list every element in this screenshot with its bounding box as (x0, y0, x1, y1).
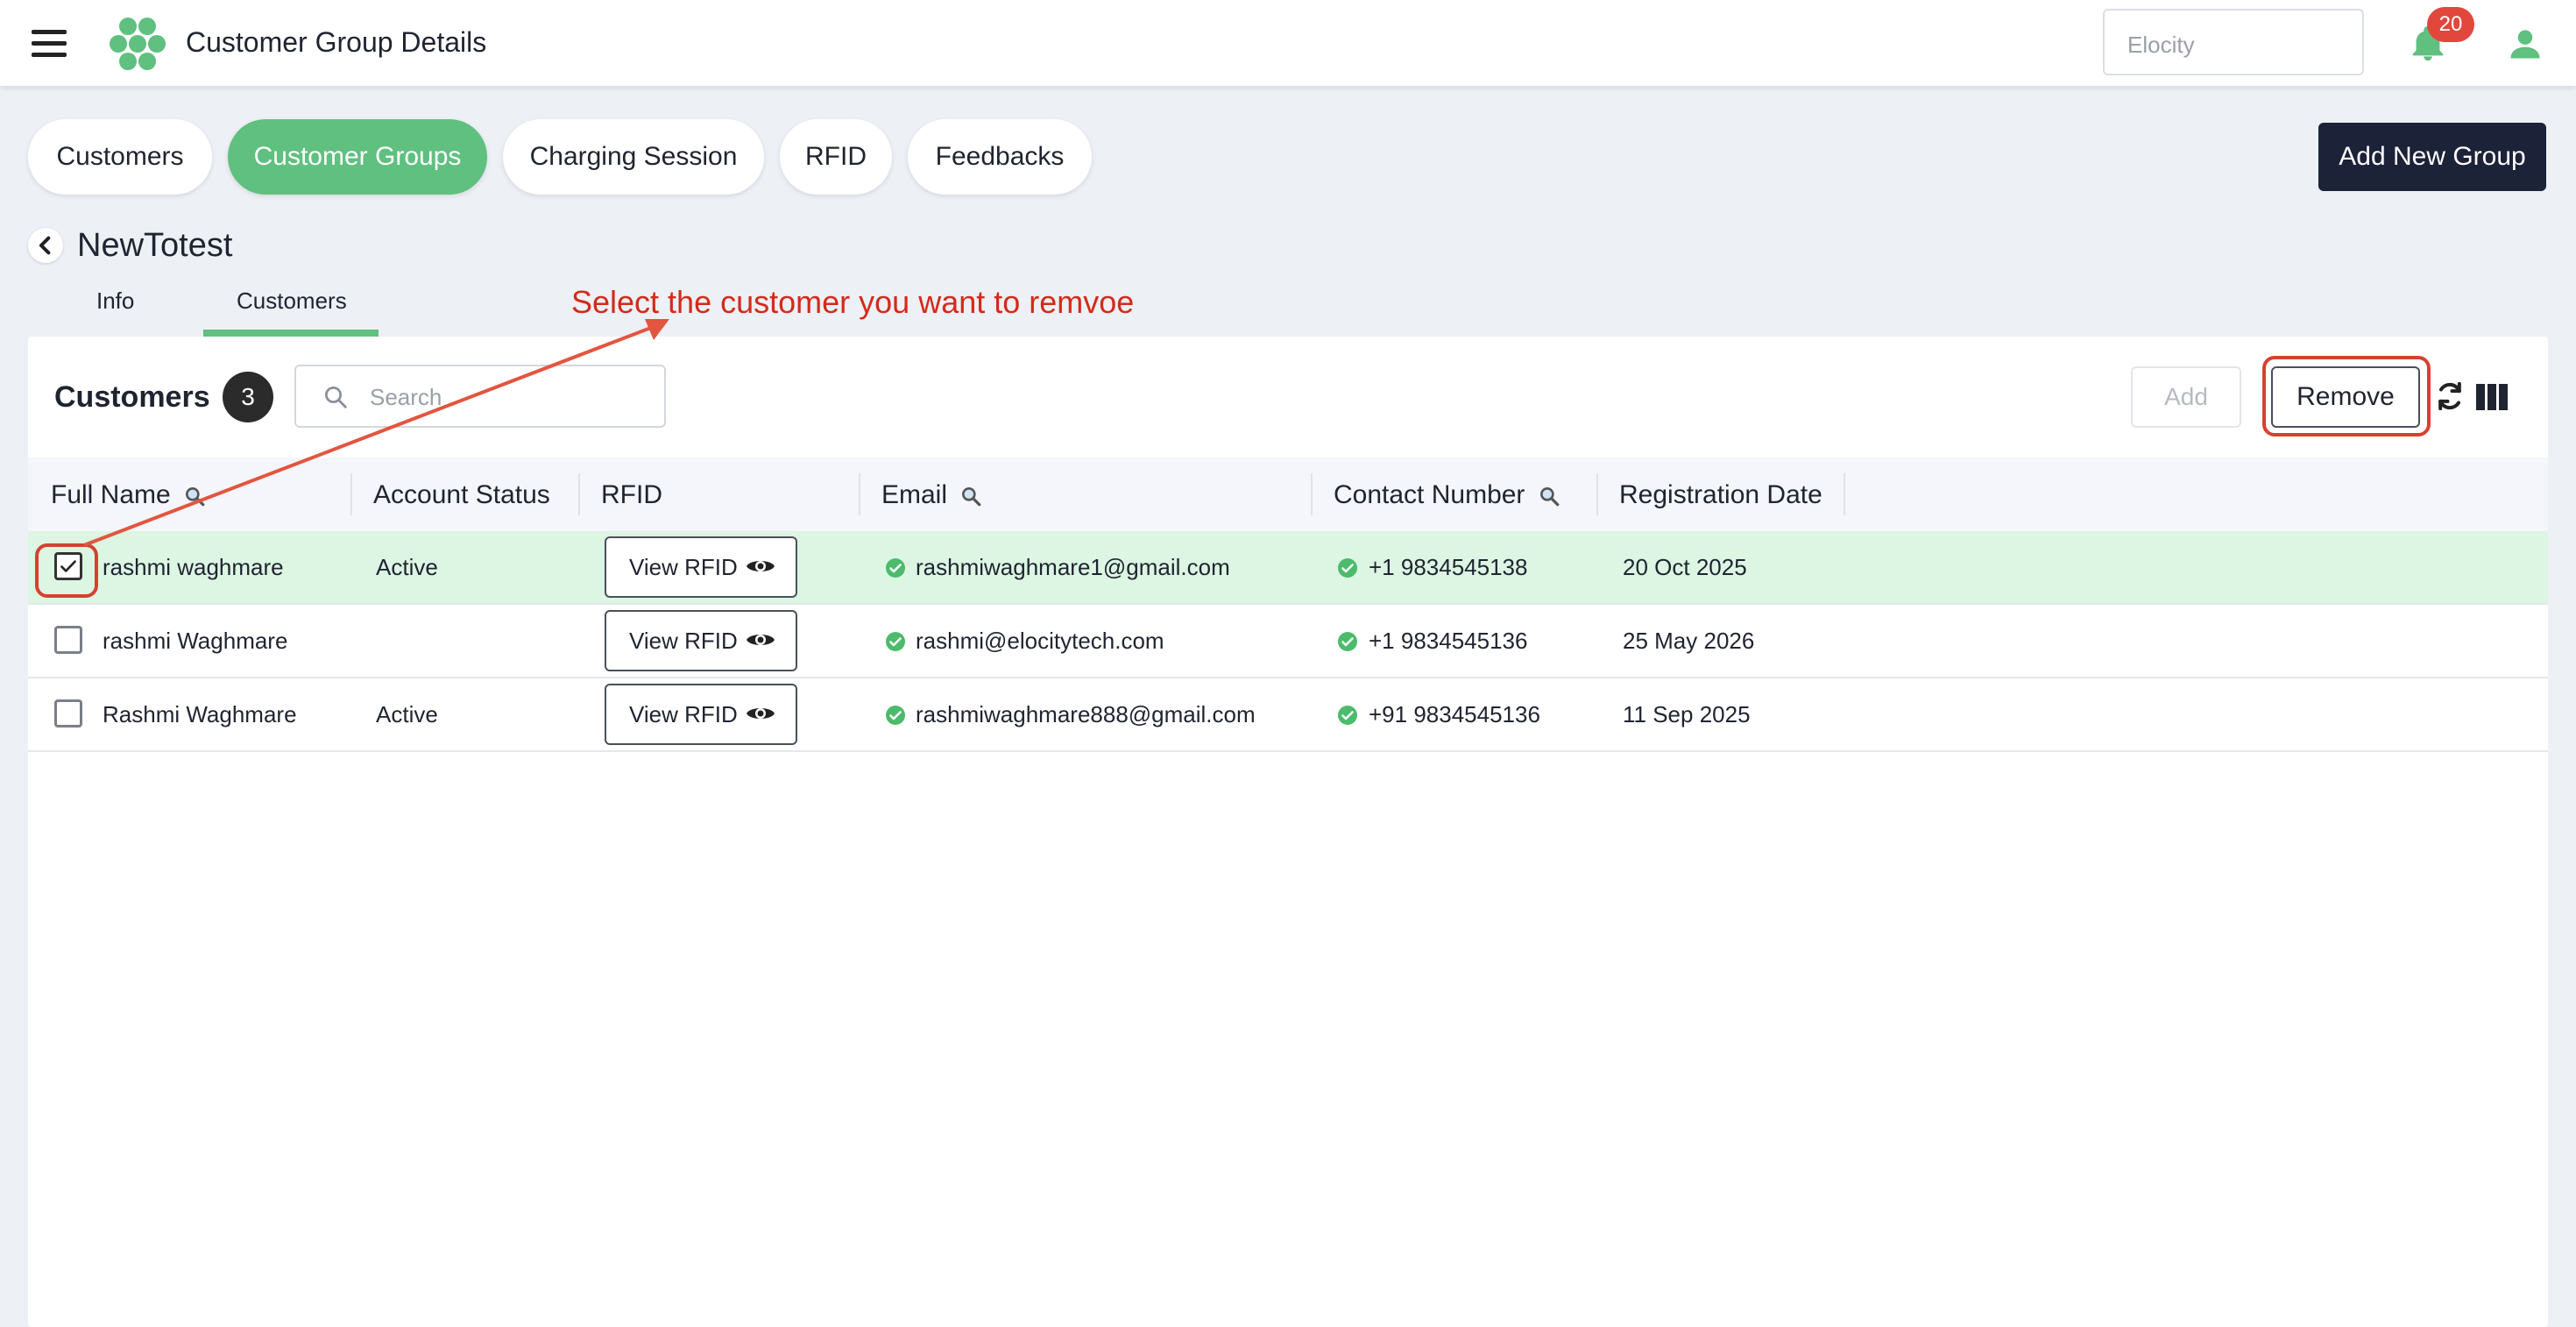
table-row[interactable]: Rashmi Waghmare Active View RFID rashmiw… (28, 678, 2548, 752)
column-separator (350, 473, 352, 515)
checkbox-highlight-box (35, 543, 98, 598)
cell-full-name: rashmi waghmare (103, 554, 284, 580)
column-contact-number-label: Contact Number (1334, 480, 1525, 509)
magnifier-icon[interactable] (959, 485, 982, 507)
cell-contact-number: +1 9834545138 (1369, 554, 1528, 580)
cell-full-name: rashmi Waghmare (103, 628, 288, 654)
column-rfid: RFID (601, 480, 662, 509)
eye-icon (747, 635, 775, 645)
tab-customer-groups[interactable]: Customer Groups (228, 119, 487, 195)
tab-charging-session[interactable]: Charging Session (503, 119, 764, 195)
back-button[interactable] (28, 228, 63, 263)
view-rfid-label: View RFID (629, 554, 738, 580)
hamburger-icon[interactable] (32, 30, 67, 57)
notification-badge: 20 (2427, 7, 2474, 42)
cell-registration-date: 25 May 2026 (1623, 628, 1755, 654)
column-email-label: Email (881, 480, 948, 509)
tab-rfid[interactable]: RFID (780, 119, 892, 195)
column-separator (859, 473, 860, 515)
magnifier-icon[interactable] (183, 485, 206, 507)
check-circle-icon (886, 632, 905, 651)
column-registration-date: Registration Date (1619, 480, 1822, 509)
cell-email: rashmiwaghmare888@gmail.com (916, 701, 1256, 727)
tab-feedbacks[interactable]: Feedbacks (908, 119, 1092, 195)
row-checkbox[interactable] (54, 699, 82, 727)
cell-account-status: Active (376, 554, 438, 580)
column-contact-number[interactable]: Contact Number (1334, 480, 1560, 510)
column-separator (1596, 473, 1598, 515)
view-rfid-label: View RFID (629, 628, 738, 654)
check-circle-icon (886, 706, 905, 725)
view-rfid-button[interactable]: View RFID (605, 536, 797, 598)
check-circle-icon (1338, 706, 1357, 725)
cell-email: rashmi@elocitytech.com (916, 628, 1164, 654)
annotation-text: Select the customer you want to remvoe (571, 284, 1135, 320)
column-separator (1311, 473, 1313, 515)
cell-account-status: Active (376, 701, 438, 727)
add-new-group-button[interactable]: Add New Group (2318, 123, 2546, 191)
search-placeholder: Search (370, 384, 442, 410)
column-separator (578, 473, 580, 515)
cell-contact-number: +91 9834545136 (1369, 701, 1540, 727)
column-separator (1844, 473, 1845, 515)
magnifier-icon[interactable] (1538, 485, 1560, 507)
top-bar: Customer Group Details Elocity 20 (0, 0, 2576, 86)
cell-registration-date: 20 Oct 2025 (1623, 554, 1747, 580)
subtab-active-indicator (203, 330, 379, 337)
user-icon[interactable] (2506, 25, 2544, 63)
customer-count-badge: 3 (223, 372, 273, 422)
check-circle-icon (886, 558, 905, 578)
table-row[interactable]: rashmi Waghmare View RFID rashmi@elocity… (28, 605, 2548, 678)
eye-icon (747, 561, 775, 571)
search-icon (325, 387, 347, 408)
column-full-name-label: Full Name (51, 480, 171, 509)
columns-icon[interactable] (2476, 384, 2508, 410)
view-rfid-button[interactable]: View RFID (605, 610, 797, 671)
logo-icon (110, 18, 166, 70)
table-header: Full Name Account Status RFID Email Cont… (28, 458, 2548, 531)
refresh-icon[interactable] (2432, 377, 2467, 415)
add-button[interactable]: Add (2131, 366, 2241, 428)
customers-panel-title: Customers (54, 380, 210, 414)
eye-icon (747, 708, 775, 719)
subtab-info[interactable]: Info (96, 287, 134, 315)
view-rfid-button[interactable]: View RFID (605, 684, 797, 745)
view-rfid-label: View RFID (629, 701, 738, 727)
column-email[interactable]: Email (881, 480, 982, 510)
remove-highlight-box (2262, 356, 2431, 436)
column-full-name[interactable]: Full Name (51, 480, 206, 510)
subtab-customers[interactable]: Customers (237, 287, 347, 315)
check-circle-icon (1338, 632, 1357, 651)
cell-contact-number: +1 9834545136 (1369, 628, 1528, 654)
row-checkbox[interactable] (54, 626, 82, 654)
organization-select[interactable]: Elocity (2103, 9, 2364, 75)
tab-customers[interactable]: Customers (28, 119, 212, 195)
cell-full-name: Rashmi Waghmare (103, 701, 297, 727)
back-icon (39, 236, 51, 255)
page-title: NewTotest (77, 227, 233, 264)
search-input[interactable]: Search (294, 365, 666, 428)
cell-email: rashmiwaghmare1@gmail.com (916, 554, 1230, 580)
app-title: Customer Group Details (186, 26, 487, 58)
column-account-status: Account Status (373, 480, 550, 509)
check-circle-icon (1338, 558, 1357, 578)
cell-registration-date: 11 Sep 2025 (1623, 701, 1751, 727)
table-row[interactable]: rashmi waghmare Active View RFID rashmiw… (28, 531, 2548, 605)
